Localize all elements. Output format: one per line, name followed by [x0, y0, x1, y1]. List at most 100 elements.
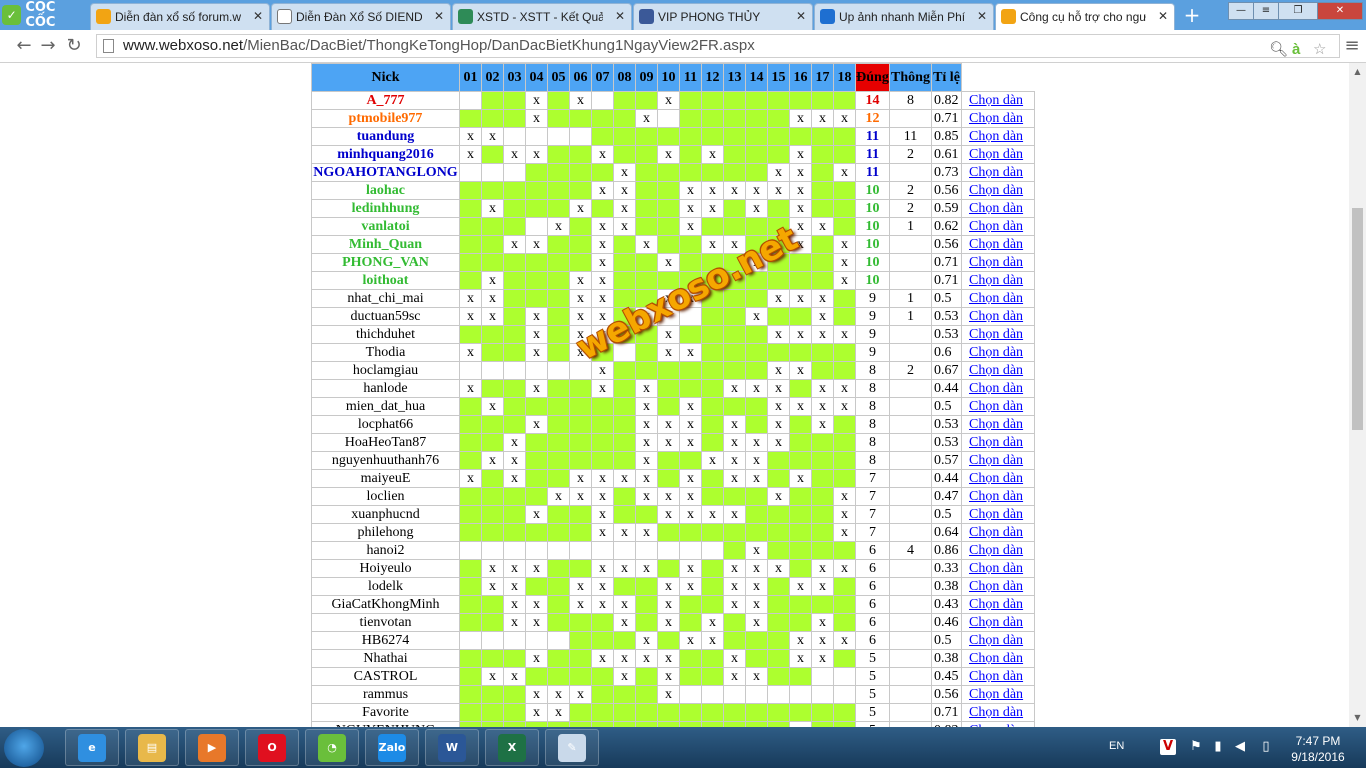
chon-dan-link[interactable]: Chọn dàn [969, 507, 1023, 522]
window-menu-button[interactable]: ≡ [1253, 2, 1279, 20]
reload-icon[interactable]: ↻ [64, 36, 84, 56]
taskbar-app[interactable]: ◔ [305, 729, 359, 766]
minimize-button[interactable]: — [1228, 2, 1254, 20]
zoom-icon[interactable]: 🔍︎ [1269, 39, 1288, 61]
tab-close-icon[interactable]: ✕ [434, 9, 444, 23]
browser-tab[interactable]: Công cụ hỗ trợ cho ngư ✕ [995, 3, 1175, 30]
translate-icon[interactable]: à [1292, 39, 1300, 61]
volume-icon[interactable]: ◀ [1232, 739, 1248, 755]
tab-close-icon[interactable]: ✕ [615, 9, 625, 23]
chon-dan-link[interactable]: Chọn dàn [969, 615, 1023, 630]
header-day: 11 [679, 63, 702, 92]
taskbar-app[interactable]: X [485, 729, 539, 766]
paint-icon: ✎ [558, 733, 586, 762]
chon-dan-link[interactable]: Chọn dàn [969, 489, 1023, 504]
chon-dan-link[interactable]: Chọn dàn [969, 453, 1023, 468]
chon-dan-link[interactable]: Chọn dàn [969, 165, 1023, 180]
thong-cell [889, 397, 932, 416]
chon-dan-link[interactable]: Chọn dàn [969, 435, 1023, 450]
chon-dan-link[interactable]: Chọn dàn [969, 255, 1023, 270]
bookmark-star-icon[interactable]: ☆ [1313, 39, 1326, 61]
chon-dan-link[interactable]: Chọn dàn [969, 651, 1023, 666]
tab-close-icon[interactable]: ✕ [796, 9, 806, 23]
chon-dan-link[interactable]: Chọn dàn [969, 381, 1023, 396]
maximize-button[interactable]: ❐ [1278, 2, 1318, 20]
chon-dan-link[interactable]: Chọn dàn [969, 525, 1023, 540]
flag-icon[interactable]: ⚑ [1188, 739, 1204, 755]
chon-dan-link[interactable]: Chọn dàn [969, 147, 1023, 162]
day-cell [525, 253, 548, 272]
chon-dan-link[interactable]: Chọn dàn [969, 561, 1023, 576]
new-tab-button[interactable]: + [1180, 5, 1204, 25]
coccoc-logo[interactable]: ✓ CỐC CỐC [2, 0, 88, 30]
day-cell [701, 253, 724, 272]
chon-dan-link[interactable]: Chọn dàn [969, 201, 1023, 216]
header-day: 05 [547, 63, 570, 92]
browser-tab[interactable]: VIP PHONG THỦY ✕ [633, 3, 813, 30]
chon-dan-link[interactable]: Chọn dàn [969, 219, 1023, 234]
chon-dan-link[interactable]: Chọn dàn [969, 291, 1023, 306]
chon-dan-link[interactable]: Chọn dàn [969, 363, 1023, 378]
taskbar-app[interactable]: ▤ [125, 729, 179, 766]
address-bar[interactable]: www.webxoso.net/MienBac/DacBiet/ThongKeT… [96, 34, 1340, 58]
chon-dan-link[interactable]: Chọn dàn [969, 669, 1023, 684]
day-cell: x [503, 667, 526, 686]
taskbar-app[interactable]: e [65, 729, 119, 766]
chon-dan-link[interactable]: Chọn dàn [969, 579, 1023, 594]
taskbar-app[interactable]: Zalo [365, 729, 419, 766]
chon-dan-link[interactable]: Chọn dàn [969, 129, 1023, 144]
day-cell [833, 469, 856, 488]
back-arrow-icon[interactable]: ← [14, 36, 34, 56]
day-cell [679, 145, 702, 164]
vertical-scrollbar[interactable]: ▲ ▼ [1349, 63, 1366, 727]
tab-close-icon[interactable]: ✕ [977, 9, 987, 23]
chon-dan-link[interactable]: Chọn dàn [969, 309, 1023, 324]
chon-dan-link[interactable]: Chọn dàn [969, 345, 1023, 360]
chon-dan-link[interactable]: Chọn dàn [969, 327, 1023, 342]
browser-tab[interactable]: Diễn Đàn Xổ Số DIENDA ✕ [271, 3, 451, 30]
taskbar-app[interactable]: W [425, 729, 479, 766]
chon-dan-link[interactable]: Chọn dàn [969, 417, 1023, 432]
close-window-button[interactable]: ✕ [1317, 2, 1363, 20]
chon-dan-link[interactable]: Chọn dàn [969, 543, 1023, 558]
header-nick: Nick [311, 63, 460, 92]
scroll-up-icon[interactable]: ▲ [1349, 65, 1366, 79]
taskbar-app[interactable]: ▶ [185, 729, 239, 766]
chon-dan-link[interactable]: Chọn dàn [969, 471, 1023, 486]
day-cell: x [723, 235, 746, 254]
chon-dan-link[interactable]: Chọn dàn [969, 111, 1023, 126]
scroll-thumb[interactable] [1352, 208, 1363, 430]
scroll-down-icon[interactable]: ▼ [1349, 711, 1366, 725]
vivaldi-tray-icon[interactable]: V [1160, 739, 1176, 755]
day-cell [525, 631, 548, 650]
network-icon[interactable]: ▮ [1210, 739, 1226, 755]
day-cell [525, 127, 548, 146]
taskbar-app[interactable]: ✎ [545, 729, 599, 766]
forward-arrow-icon[interactable]: → [38, 36, 58, 56]
chon-dan-link[interactable]: Chọn dàn [969, 183, 1023, 198]
day-cell [459, 685, 482, 704]
chon-dan-link[interactable]: Chọn dàn [969, 633, 1023, 648]
day-cell [503, 253, 526, 272]
clock[interactable]: 7:47 PM 9/18/2016 [1283, 733, 1353, 765]
tab-close-icon[interactable]: ✕ [253, 9, 263, 23]
day-cell: x [723, 433, 746, 452]
start-button[interactable] [4, 729, 44, 767]
browser-tab[interactable]: Diễn đàn xổ số forum.we ✕ [90, 3, 270, 30]
menu-icon[interactable]: ≡ [1342, 36, 1362, 56]
chon-dan-link[interactable]: Chọn dàn [969, 273, 1023, 288]
day-cell [745, 127, 768, 146]
browser-tab[interactable]: Up ảnh nhanh Miễn Phí ✕ [814, 3, 994, 30]
chon-dan-link[interactable]: Chọn dàn [969, 237, 1023, 252]
battery-icon[interactable]: ▯ [1258, 739, 1274, 755]
taskbar-app[interactable]: O [245, 729, 299, 766]
language-indicator[interactable]: EN [1109, 740, 1124, 752]
day-cell [657, 379, 680, 398]
chon-dan-link[interactable]: Chọn dàn [969, 597, 1023, 612]
tab-close-icon[interactable]: ✕ [1158, 9, 1168, 23]
chon-dan-link[interactable]: Chọn dàn [969, 687, 1023, 702]
chon-dan-link[interactable]: Chọn dàn [969, 705, 1023, 720]
browser-tab[interactable]: XSTD - XSTT - Kết Quả X ✕ [452, 3, 632, 30]
chon-dan-link[interactable]: Chọn dàn [969, 399, 1023, 414]
chon-dan-link[interactable]: Chọn dàn [969, 93, 1023, 108]
